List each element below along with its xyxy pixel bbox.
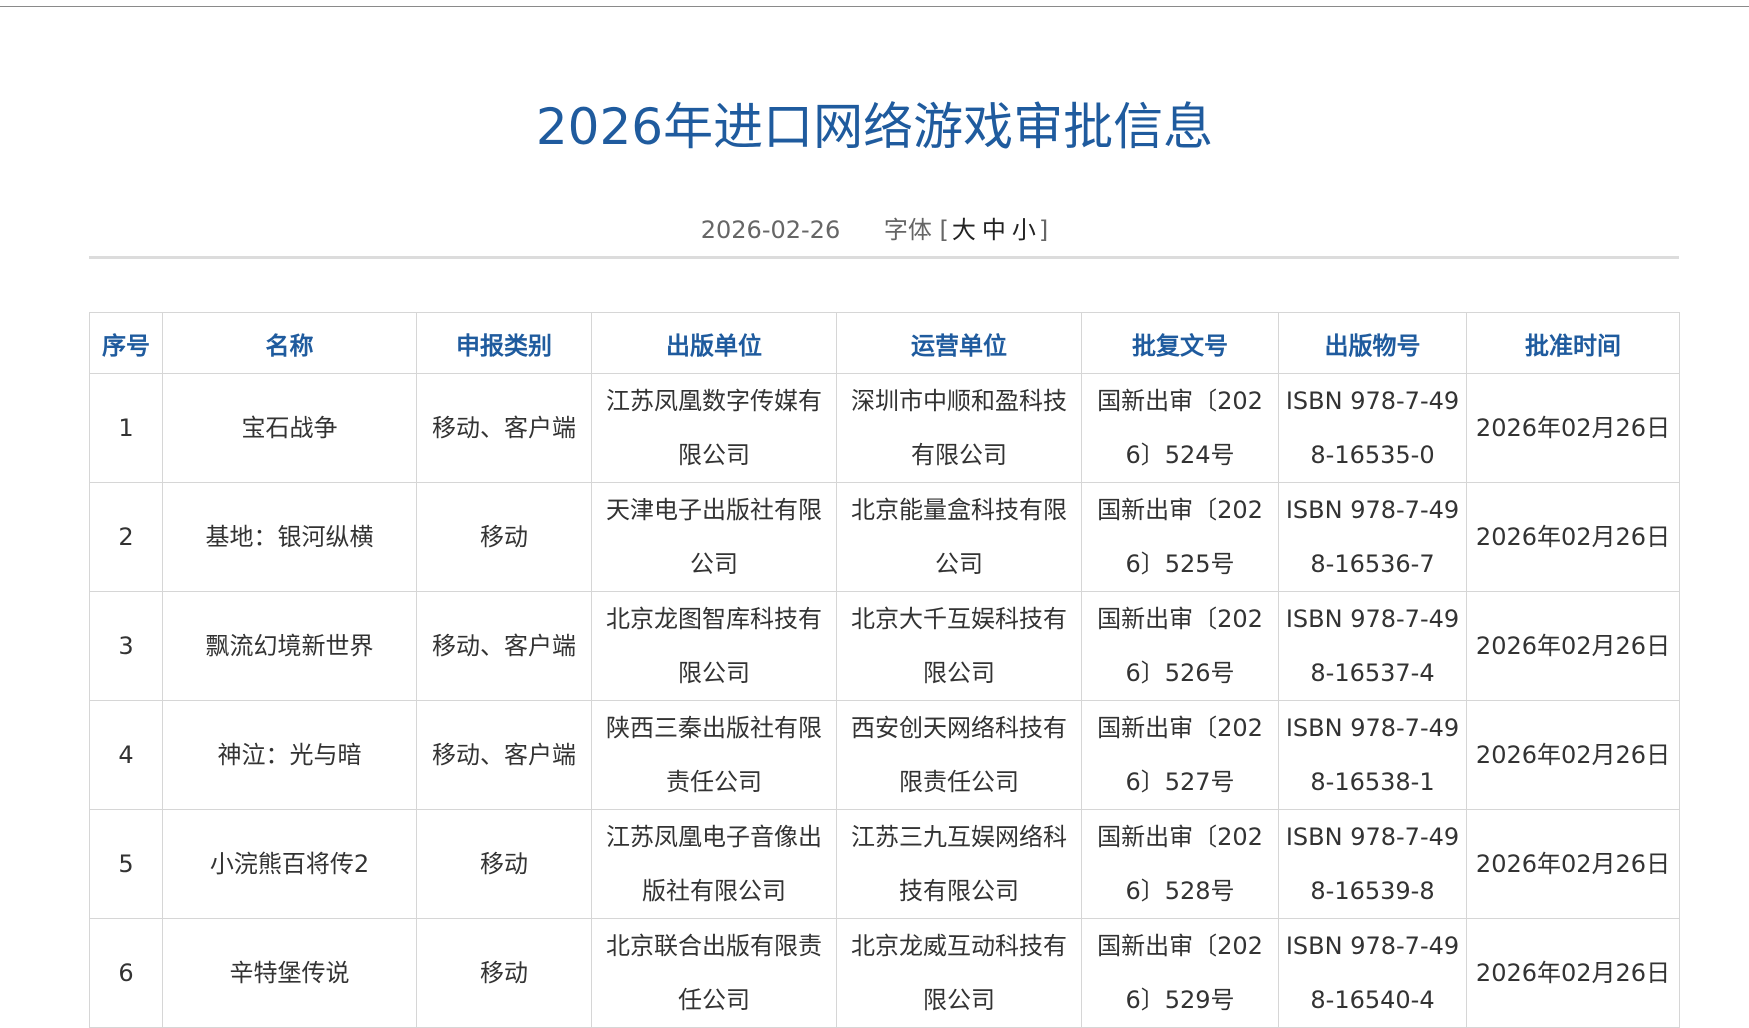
cell-publisher-text: 陕西三秦出版社有限责任公司 xyxy=(606,714,822,796)
cell-publisher-text: 北京联合出版有限责任公司 xyxy=(606,932,822,1014)
cell-serial-number: 4 xyxy=(89,700,163,810)
table-row: 2 基地：银河纵横 移动 天津电子出版社有限公司 北京能量盒科技有限公司 国新出… xyxy=(89,482,1680,592)
cell-publisher: 陕西三秦出版社有限责任公司 xyxy=(591,700,837,810)
page-title: 2026年进口网络游戏审批信息 xyxy=(535,98,1214,156)
cell-publisher-text: 江苏凤凰电子音像出版社有限公司 xyxy=(606,823,822,905)
header-game-name: 名称 xyxy=(162,312,417,374)
cell-operator-text: 北京能量盒科技有限公司 xyxy=(851,496,1067,578)
article-meta: 2026-02-26 字体 [大中小] xyxy=(0,212,1749,248)
cell-category: 移动、客户端 xyxy=(416,373,592,483)
cell-operator: 深圳市中顺和盈科技有限公司 xyxy=(836,373,1082,483)
cell-operator: 北京能量盒科技有限公司 xyxy=(836,482,1082,592)
cell-isbn: ISBN 978-7-498-16538-1 xyxy=(1278,700,1467,810)
table-row: 5 小浣熊百将传2 移动 江苏凤凰电子音像出版社有限公司 江苏三九互娱网络科技有… xyxy=(89,809,1680,919)
cell-approval-date: 2026年02月26日 xyxy=(1466,482,1680,592)
cell-operator: 西安创天网络科技有限责任公司 xyxy=(836,700,1082,810)
cell-publisher: 北京龙图智库科技有限公司 xyxy=(591,591,837,701)
table-row: 6 辛特堡传说 移动 北京联合出版有限责任公司 北京龙威互动科技有限公司 国新出… xyxy=(89,918,1680,1028)
cell-operator-text: 西安创天网络科技有限责任公司 xyxy=(851,714,1067,796)
cell-serial-number: 5 xyxy=(89,809,163,919)
cell-approval-number-text: 国新出审〔2026〕528号 xyxy=(1097,823,1263,905)
cell-approval-number-text: 国新出审〔2026〕527号 xyxy=(1097,714,1263,796)
cell-serial-number: 2 xyxy=(89,482,163,592)
cell-isbn: ISBN 978-7-498-16536-7 xyxy=(1278,482,1467,592)
cell-approval-number: 国新出审〔2026〕526号 xyxy=(1081,591,1279,701)
approval-table: 序号 名称 申报类别 出版单位 运营单位 批复文号 出版物号 批准时间 1 宝石… xyxy=(89,312,1680,1028)
cell-operator-text: 深圳市中顺和盈科技有限公司 xyxy=(851,387,1067,469)
cell-publisher: 江苏凤凰电子音像出版社有限公司 xyxy=(591,809,837,919)
font-size-bracket-open: [ xyxy=(939,216,949,244)
header-publisher: 出版单位 xyxy=(591,312,837,374)
header-operator: 运营单位 xyxy=(836,312,1082,374)
cell-isbn-text: ISBN 978-7-498-16538-1 xyxy=(1285,714,1460,796)
font-size-small-link[interactable]: 小 xyxy=(1009,216,1039,244)
font-size-medium-link[interactable]: 中 xyxy=(979,216,1009,244)
table-header-row: 序号 名称 申报类别 出版单位 运营单位 批复文号 出版物号 批准时间 xyxy=(89,312,1680,374)
font-size-large-link[interactable]: 大 xyxy=(949,216,979,244)
header-approval-date: 批准时间 xyxy=(1466,312,1680,374)
cell-isbn-text: ISBN 978-7-498-16539-8 xyxy=(1285,823,1460,905)
cell-serial-number: 1 xyxy=(89,373,163,483)
cell-operator: 江苏三九互娱网络科技有限公司 xyxy=(836,809,1082,919)
cell-isbn-text: ISBN 978-7-498-16535-0 xyxy=(1285,387,1460,469)
cell-category: 移动、客户端 xyxy=(416,591,592,701)
header-serial-number: 序号 xyxy=(89,312,163,374)
cell-operator-text: 北京大千互娱科技有限公司 xyxy=(851,605,1067,687)
cell-isbn: ISBN 978-7-498-16535-0 xyxy=(1278,373,1467,483)
cell-category: 移动 xyxy=(416,918,592,1028)
top-divider xyxy=(0,6,1749,7)
cell-approval-date: 2026年02月26日 xyxy=(1466,591,1680,701)
publish-date: 2026-02-26 xyxy=(700,216,841,244)
cell-approval-date: 2026年02月26日 xyxy=(1466,700,1680,810)
cell-isbn: ISBN 978-7-498-16539-8 xyxy=(1278,809,1467,919)
cell-approval-date: 2026年02月26日 xyxy=(1466,809,1680,919)
header-approval-number: 批复文号 xyxy=(1081,312,1279,374)
cell-publisher: 江苏凤凰数字传媒有限公司 xyxy=(591,373,837,483)
cell-isbn: ISBN 978-7-498-16540-4 xyxy=(1278,918,1467,1028)
cell-isbn-text: ISBN 978-7-498-16540-4 xyxy=(1285,932,1460,1014)
cell-game-name: 小浣熊百将传2 xyxy=(162,809,417,919)
cell-publisher-text: 江苏凤凰数字传媒有限公司 xyxy=(606,387,822,469)
cell-publisher-text: 北京龙图智库科技有限公司 xyxy=(606,605,822,687)
cell-approval-number: 国新出审〔2026〕524号 xyxy=(1081,373,1279,483)
header-divider xyxy=(89,256,1679,259)
table-row: 4 神泣：光与暗 移动、客户端 陕西三秦出版社有限责任公司 西安创天网络科技有限… xyxy=(89,700,1680,810)
header-category: 申报类别 xyxy=(416,312,592,374)
cell-publisher: 北京联合出版有限责任公司 xyxy=(591,918,837,1028)
cell-approval-number: 国新出审〔2026〕528号 xyxy=(1081,809,1279,919)
font-size-bracket-close: ] xyxy=(1038,216,1049,244)
cell-isbn-text: ISBN 978-7-498-16536-7 xyxy=(1285,496,1460,578)
cell-game-name: 飘流幻境新世界 xyxy=(162,591,417,701)
cell-operator: 北京大千互娱科技有限公司 xyxy=(836,591,1082,701)
cell-serial-number: 6 xyxy=(89,918,163,1028)
table-row: 3 飘流幻境新世界 移动、客户端 北京龙图智库科技有限公司 北京大千互娱科技有限… xyxy=(89,591,1680,701)
cell-category: 移动 xyxy=(416,482,592,592)
cell-game-name: 宝石战争 xyxy=(162,373,417,483)
cell-category: 移动、客户端 xyxy=(416,700,592,810)
cell-approval-number: 国新出审〔2026〕529号 xyxy=(1081,918,1279,1028)
cell-game-name: 辛特堡传说 xyxy=(162,918,417,1028)
font-size-label: 字体 xyxy=(883,216,932,244)
cell-approval-number-text: 国新出审〔2026〕525号 xyxy=(1097,496,1263,578)
cell-isbn: ISBN 978-7-498-16537-4 xyxy=(1278,591,1467,701)
cell-operator-text: 江苏三九互娱网络科技有限公司 xyxy=(851,823,1067,905)
cell-approval-number-text: 国新出审〔2026〕524号 xyxy=(1097,387,1263,469)
cell-operator-text: 北京龙威互动科技有限公司 xyxy=(851,932,1067,1014)
cell-approval-number-text: 国新出审〔2026〕529号 xyxy=(1097,932,1263,1014)
cell-operator: 北京龙威互动科技有限公司 xyxy=(836,918,1082,1028)
cell-isbn-text: ISBN 978-7-498-16537-4 xyxy=(1285,605,1460,687)
cell-approval-number: 国新出审〔2026〕527号 xyxy=(1081,700,1279,810)
cell-approval-date: 2026年02月26日 xyxy=(1466,373,1680,483)
cell-publisher: 天津电子出版社有限公司 xyxy=(591,482,837,592)
table-row: 1 宝石战争 移动、客户端 江苏凤凰数字传媒有限公司 深圳市中顺和盈科技有限公司… xyxy=(89,373,1680,483)
cell-category: 移动 xyxy=(416,809,592,919)
cell-publisher-text: 天津电子出版社有限公司 xyxy=(606,496,822,578)
cell-game-name: 基地：银河纵横 xyxy=(162,482,417,592)
cell-approval-number: 国新出审〔2026〕525号 xyxy=(1081,482,1279,592)
header-isbn: 出版物号 xyxy=(1278,312,1467,374)
cell-serial-number: 3 xyxy=(89,591,163,701)
cell-approval-date: 2026年02月26日 xyxy=(1466,918,1680,1028)
cell-approval-number-text: 国新出审〔2026〕526号 xyxy=(1097,605,1263,687)
cell-game-name: 神泣：光与暗 xyxy=(162,700,417,810)
